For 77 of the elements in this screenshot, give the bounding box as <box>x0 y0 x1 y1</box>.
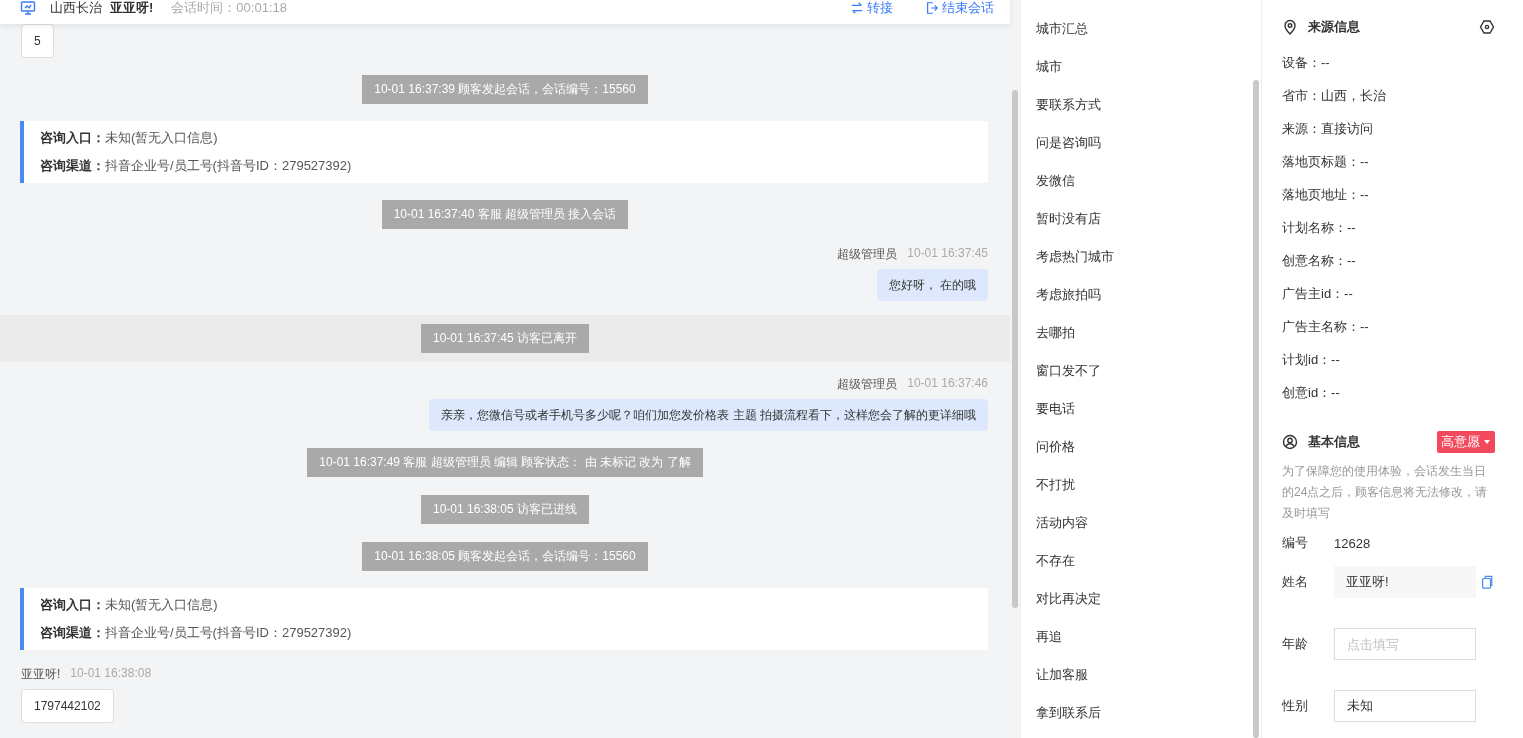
source-field: 广告主id：-- <box>1282 284 1353 303</box>
visitor-name: 亚亚呀! <box>110 0 154 17</box>
sender-name: 亚亚呀! <box>21 666 61 683</box>
input-field[interactable]: 点击填写 <box>1334 628 1476 660</box>
source-field: 来源：直接访问 <box>1282 119 1373 138</box>
consult-info-line: 咨询入口：未知(暂无入口信息) <box>40 596 219 614</box>
quick-reply-item[interactable]: 让加客服 <box>1036 656 1251 694</box>
quick-reply-item[interactable]: 发微信 <box>1036 162 1251 200</box>
notice-text: 为了保障您的使用体验，会话发生当日的24点之后，顾客信息将无法修改，请及时填写 <box>1282 463 1489 522</box>
name-field: 亚亚呀! <box>1334 566 1476 598</box>
source-field: 落地页标题：-- <box>1282 152 1369 171</box>
customer-id: 12628 <box>1334 535 1371 551</box>
intent-tag-dropdown[interactable]: 高意愿 <box>1437 431 1495 453</box>
settings-icon[interactable] <box>1479 19 1495 35</box>
source-field: 计划id：-- <box>1282 350 1340 369</box>
sender-name: 超级管理员 <box>837 376 898 393</box>
quick-reply-item[interactable]: 不存在 <box>1036 542 1251 580</box>
source-field: 省市：山西，长治 <box>1282 86 1386 105</box>
session-duration: 会话时间：00:01:18 <box>171 0 287 17</box>
scrollbar-thumb[interactable] <box>1253 80 1259 738</box>
quick-reply-item[interactable]: 考虑热门城市 <box>1036 238 1251 276</box>
location-pin-icon <box>1282 19 1298 35</box>
quick-reply-item[interactable]: 活动内容 <box>1036 504 1251 542</box>
quick-reply-item[interactable]: 要联系方式 <box>1036 86 1251 124</box>
monitor-icon <box>20 0 36 16</box>
message-bubble: 5 <box>21 24 54 58</box>
caret-icon <box>1483 439 1491 445</box>
source-field: 创意id：-- <box>1282 383 1340 402</box>
quick-reply-item[interactable]: 城市 <box>1036 48 1251 86</box>
message-time: 10-01 16:37:45 <box>907 246 988 262</box>
copy-icon[interactable] <box>1480 575 1494 589</box>
system-message: 10-01 16:38:05 顾客发起会话，会话编号：15560 <box>362 542 648 571</box>
quick-reply-item[interactable]: 暂时没有店 <box>1036 200 1251 238</box>
quick-reply-item[interactable]: 考虑旅拍吗 <box>1036 276 1251 314</box>
system-message: 10-01 16:37:39 顾客发起会话，会话编号：15560 <box>362 75 648 104</box>
quick-reply-item[interactable]: 窗口发不了 <box>1036 352 1251 390</box>
quick-reply-item[interactable]: 去哪拍 <box>1036 314 1251 352</box>
visitor-location: 山西长治 <box>50 0 102 17</box>
source-field: 广告主名称：-- <box>1282 317 1369 336</box>
system-message: 10-01 16:37:49 客服 超级管理员 编辑 顾客状态： 由 未标记 改为 了解 <box>307 448 703 477</box>
consult-info-line: 咨询渠道：抖音企业号/员工号(抖音号ID：279527392) <box>40 624 353 642</box>
sender-name: 超级管理员 <box>837 246 898 263</box>
consult-info-line: 咨询渠道：抖音企业号/员工号(抖音号ID：279527392) <box>40 157 353 175</box>
source-field: 创意名称：-- <box>1282 251 1356 270</box>
source-field: 设备：-- <box>1282 53 1330 72</box>
quick-reply-item[interactable]: 问是咨询吗 <box>1036 124 1251 162</box>
message-bubble: 亲亲，您微信号或者手机号多少呢？咱们加您发价格表 主题 拍摄流程看下，这样您会了解的更详细哦 <box>429 399 988 431</box>
source-field: 计划名称：-- <box>1282 218 1356 237</box>
field-label: 姓名 <box>1282 573 1309 591</box>
field-label: 年龄 <box>1282 635 1309 653</box>
system-message: 10-01 16:37:40 客服 超级管理员 接入会话 <box>381 200 629 229</box>
quick-reply-item[interactable]: 问价格 <box>1036 428 1251 466</box>
input-field[interactable]: 未知 <box>1334 690 1476 722</box>
system-message: 10-01 16:37:45 访客已离开 <box>420 324 590 353</box>
quick-reply-item[interactable]: 对比再决定 <box>1036 580 1251 618</box>
user-circle-icon <box>1282 434 1298 450</box>
quick-reply-item[interactable]: 城市汇总 <box>1036 10 1251 48</box>
end-session-link[interactable]: 结束会话 <box>925 0 994 17</box>
quick-reply-item[interactable]: 不打扰 <box>1036 466 1251 504</box>
swap-arrows-icon <box>850 1 864 15</box>
quick-reply-item[interactable]: 要电话 <box>1036 390 1251 428</box>
message-time: 10-01 16:38:08 <box>70 666 152 682</box>
section-title: 来源信息 <box>1308 18 1360 36</box>
quick-reply-item[interactable]: 再追 <box>1036 618 1251 656</box>
quick-reply-item[interactable]: 拿到联系后 <box>1036 694 1251 732</box>
field-label: 性别 <box>1282 697 1309 715</box>
message-bubble: 您好呀， 在的哦 <box>876 269 988 301</box>
scrollbar-thumb[interactable] <box>1012 90 1018 608</box>
message-time: 10-01 16:37:46 <box>907 376 988 392</box>
exit-icon <box>925 1 939 15</box>
source-field: 落地页地址：-- <box>1282 185 1369 204</box>
field-label: 编号 <box>1282 534 1309 552</box>
system-message: 10-01 16:38:05 访客已进线 <box>420 495 590 524</box>
message-bubble: 1797442102 <box>21 689 114 723</box>
transfer-link[interactable]: 转接 <box>850 0 893 17</box>
consult-info-line: 咨询入口：未知(暂无入口信息) <box>40 129 219 147</box>
section-title: 基本信息 <box>1308 433 1360 451</box>
